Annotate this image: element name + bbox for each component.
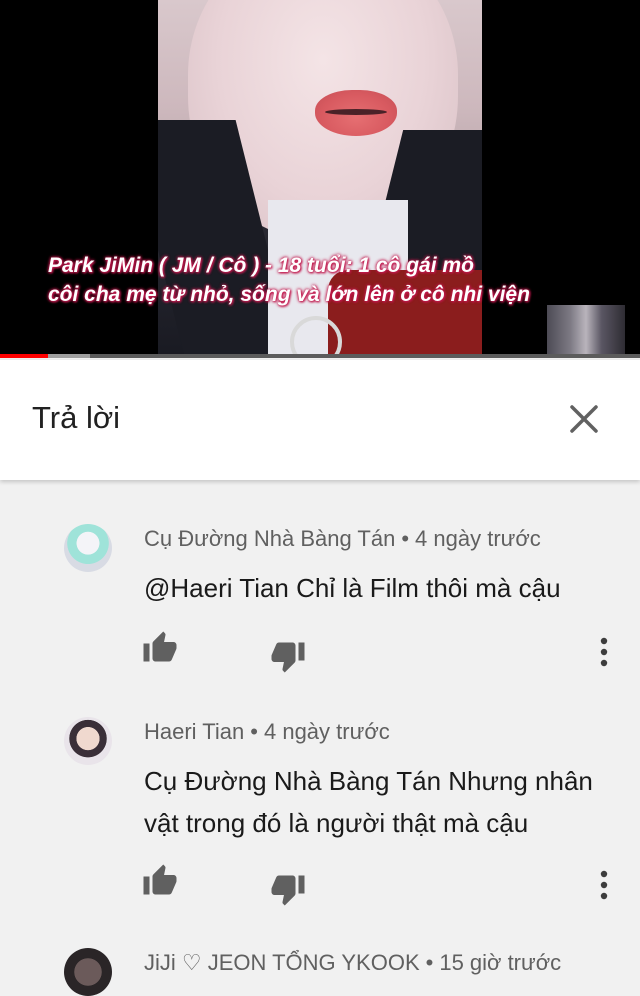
dislike-button[interactable] — [270, 638, 310, 678]
end-card-thumbnail[interactable] — [547, 305, 625, 357]
like-button[interactable] — [142, 630, 182, 670]
more-vert-icon — [600, 870, 608, 900]
comment-author[interactable]: Haeri Tian — [144, 719, 244, 744]
more-options-button[interactable] — [584, 865, 624, 905]
progress-played — [0, 354, 48, 358]
video-progress-bar[interactable] — [0, 354, 640, 358]
avatar[interactable] — [64, 948, 112, 996]
comment-meta: Cụ Đường Nhà Bàng Tán • 4 ngày trước — [144, 526, 541, 552]
meta-separator: • — [401, 526, 410, 551]
thumb-down-icon — [271, 642, 305, 673]
comment-text: @Haeri Tian Chỉ là Film thôi mà cậu — [144, 573, 561, 603]
dislike-button[interactable] — [270, 871, 310, 911]
thumb-down-icon — [271, 875, 305, 906]
comment-meta: Haeri Tian • 4 ngày trước — [144, 719, 390, 745]
avatar[interactable] — [64, 524, 112, 572]
comment-text: Cụ Đường Nhà Bàng Tán Nhưng nhân vật tro… — [144, 766, 593, 838]
thumb-up-icon — [143, 864, 177, 895]
close-icon — [570, 405, 598, 433]
reply-panel-title: Trả lời — [32, 400, 121, 435]
more-vert-icon — [600, 637, 608, 667]
meta-separator: • — [250, 719, 258, 744]
comment-time: 4 ngày trước — [415, 526, 541, 551]
thumb-up-icon — [143, 631, 177, 662]
comment-time: 4 ngày trước — [263, 719, 390, 744]
video-subtitle-line2: côi cha mẹ từ nhỏ, sống và lớn lên ở cô … — [48, 283, 530, 306]
avatar[interactable] — [64, 717, 112, 765]
comment-author[interactable]: Cụ Đường Nhà Bàng Tán — [144, 526, 395, 551]
comment-author[interactable]: JiJi ♡ JEON TỔNG YKOOK — [144, 950, 420, 975]
video-player[interactable]: Park JiMin ( JM / Cô ) - 18 tuổi: 1 cô g… — [0, 0, 640, 358]
close-button[interactable] — [562, 397, 606, 441]
video-subtitle: Park JiMin ( JM / Cô ) - 18 tuổi: 1 cô g… — [48, 251, 608, 309]
video-lips — [315, 90, 397, 136]
meta-separator: • — [425, 950, 434, 975]
comment-meta: JiJi ♡ JEON TỔNG YKOOK • 15 giờ trước — [144, 950, 561, 976]
comment-time: 15 giờ trước — [439, 950, 562, 975]
more-options-button[interactable] — [584, 632, 624, 672]
like-button[interactable] — [142, 863, 182, 903]
reply-panel-header: Trả lời — [0, 360, 640, 480]
video-subtitle-line1: Park JiMin ( JM / Cô ) - 18 tuổi: 1 cô g… — [48, 254, 474, 277]
